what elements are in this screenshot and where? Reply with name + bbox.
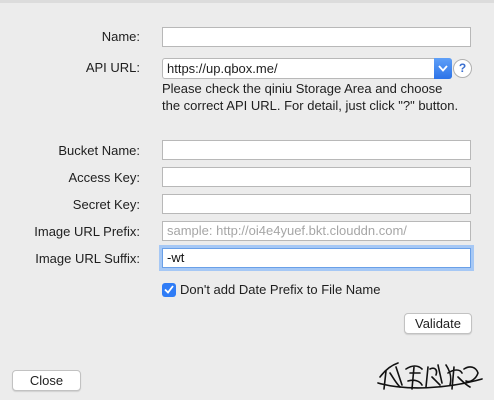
name-field[interactable] (162, 27, 471, 47)
close-button[interactable]: Close (12, 370, 81, 391)
api-url-value: https://up.qbox.me/ (167, 61, 278, 76)
api-url-select[interactable]: https://up.qbox.me/ (162, 58, 452, 79)
access-key-label: Access Key: (68, 170, 140, 185)
name-label: Name: (101, 29, 140, 44)
api-url-hint: Please check the qiniu Storage Area and … (162, 81, 459, 113)
secret-key-label: Secret Key: (72, 197, 140, 212)
image-url-suffix-label: Image URL Suffix: (35, 251, 140, 266)
date-prefix-label: Don't add Date Prefix to File Name (180, 282, 381, 297)
secret-key-field[interactable] (162, 194, 471, 214)
date-prefix-option[interactable]: Don't add Date Prefix to File Name (162, 282, 380, 297)
window-top-border (0, 0, 494, 3)
chevron-down-icon[interactable] (434, 58, 452, 79)
image-url-prefix-field[interactable]: sample: http://oi4e4yuef.bkt.clouddn.com… (162, 221, 471, 241)
access-key-field[interactable] (162, 167, 471, 187)
bucket-name-field[interactable] (162, 140, 471, 160)
validate-button[interactable]: Validate (404, 313, 472, 334)
image-url-suffix-field[interactable]: -wt (162, 248, 471, 268)
help-button[interactable]: ? (453, 59, 472, 78)
api-url-label: API URL: (85, 60, 140, 75)
bucket-name-label: Bucket Name: (58, 143, 140, 158)
date-prefix-checkbox[interactable] (162, 282, 176, 297)
signature-watermark (377, 362, 483, 390)
checkmark-icon (164, 285, 174, 294)
image-url-prefix-label: Image URL Prefix: (34, 224, 140, 239)
